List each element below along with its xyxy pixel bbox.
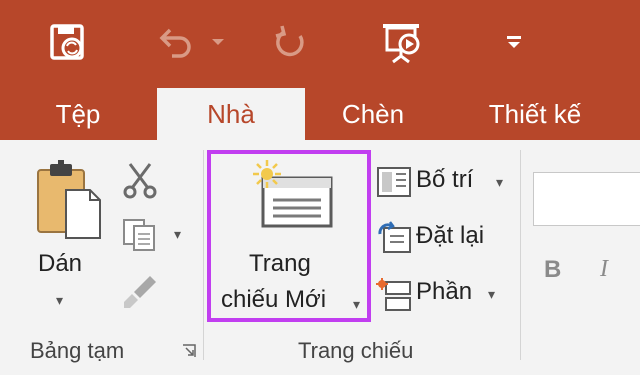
section-button[interactable]: Phần ▾ [376, 272, 506, 316]
reset-button[interactable]: Đặt lại [376, 216, 506, 260]
layout-dropdown-icon: ▾ [496, 174, 504, 190]
copy-button[interactable]: ▾ [120, 214, 192, 254]
tab-design-label: Thiết kế [488, 98, 582, 129]
undo-icon[interactable] [152, 22, 196, 62]
undo-dropdown-icon[interactable] [208, 30, 228, 54]
italic-button[interactable]: I [600, 256, 630, 292]
customize-toolbar-icon[interactable] [500, 28, 528, 56]
reset-icon [378, 221, 411, 253]
clipboard-dialog-launcher-icon[interactable] [182, 344, 198, 360]
reset-label: Đặt lại [416, 222, 485, 249]
title-bar: Tệp Nhà Chèn Thiết kế [0, 0, 640, 140]
group-separator [520, 150, 521, 360]
present-from-start-icon[interactable] [378, 18, 428, 66]
tab-home-label: Nhà [207, 98, 255, 129]
tab-insert-label: Chèn [341, 98, 405, 129]
save-sync-icon[interactable] [46, 20, 90, 64]
tab-home[interactable]: Nhà [157, 88, 305, 140]
section-label: Phần [416, 278, 473, 305]
bold-label: B [544, 256, 562, 283]
new-slide-highlight [207, 150, 371, 322]
format-painter-icon [124, 276, 156, 308]
scissors-icon [123, 163, 157, 199]
layout-label: Bố trí [416, 166, 474, 193]
italic-label: I [600, 256, 608, 282]
section-icon [376, 278, 411, 311]
section-dropdown-icon: ▾ [488, 286, 496, 302]
copy-dropdown-icon: ▾ [174, 226, 182, 242]
cut-button[interactable] [120, 160, 164, 200]
group-separator [203, 150, 204, 360]
font-name-input[interactable] [533, 172, 640, 226]
bold-button[interactable]: B [544, 256, 578, 292]
copy-icon [123, 219, 155, 251]
tab-file-label: Tệp [55, 98, 101, 129]
slides-group-label: Trang chiếu [298, 338, 414, 363]
layout-button[interactable]: Bố trí ▾ [376, 160, 516, 204]
paste-label: Dán [38, 250, 83, 277]
clipboard-group-label: Bảng tạm [30, 338, 125, 363]
layout-icon [377, 167, 411, 197]
tab-file[interactable]: Tệp [30, 88, 126, 140]
tab-design[interactable]: Thiết kế [470, 88, 600, 140]
paste-button[interactable]: Dán ▾ [24, 160, 104, 310]
paste-icon [32, 160, 104, 245]
redo-icon[interactable] [268, 20, 312, 64]
paste-dropdown-icon: ▾ [56, 292, 64, 308]
format-painter-button[interactable] [120, 272, 164, 312]
tab-insert[interactable]: Chèn [318, 88, 428, 140]
